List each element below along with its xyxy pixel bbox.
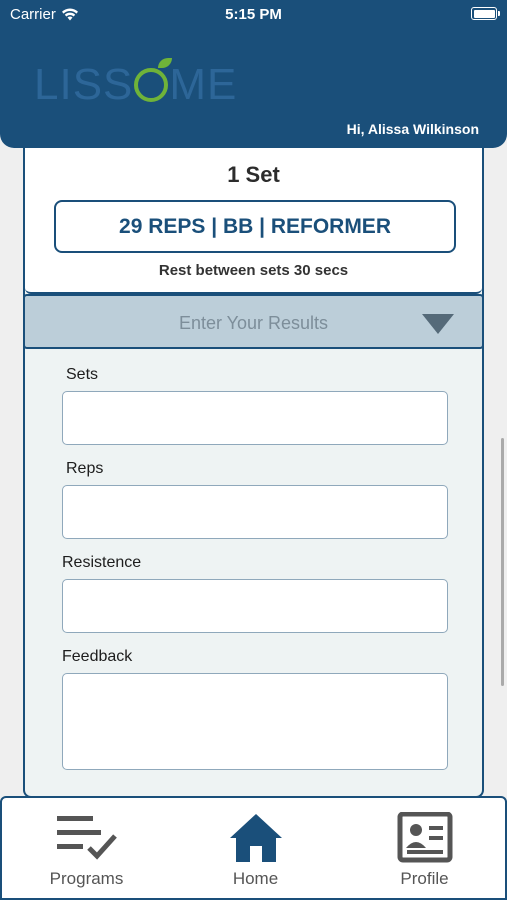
tab-programs[interactable]: Programs — [2, 798, 171, 900]
home-icon — [229, 814, 282, 862]
tab-home[interactable]: Home — [171, 798, 340, 900]
bottom-tab-bar: Programs Home Profile — [0, 796, 507, 900]
tab-programs-label: Programs — [49, 869, 124, 888]
tab-home-label: Home — [232, 869, 279, 888]
reps-label: Reps — [66, 460, 104, 477]
reps-summary: 29 REPS | BB | REFORMER — [119, 214, 391, 238]
rest-info: Rest between sets 30 secs — [158, 262, 349, 279]
checklist-icon — [56, 816, 117, 860]
exercise-card: 1 Set 29 REPS | BB | REFORMER Rest betwe… — [23, 148, 484, 798]
tab-profile-label: Profile — [400, 869, 449, 888]
status-time: 5:15 PM — [225, 6, 282, 23]
user-greeting: Hi, Alissa Wilkinson — [346, 121, 479, 137]
app-header: Carrier 5:15 PM LISS ME Hi, Alissa Wilkin… — [0, 0, 507, 148]
reps-input[interactable] — [62, 485, 448, 539]
profile-card-icon — [397, 812, 452, 863]
exercise-summary: 1 Set 29 REPS | BB | REFORMER Rest betwe… — [25, 148, 482, 294]
scrollbar[interactable] — [501, 438, 504, 686]
enter-results-dropdown[interactable]: Enter Your Results — [25, 294, 482, 349]
reps-summary-box: 29 REPS | BB | REFORMER — [54, 200, 456, 253]
sets-input[interactable] — [62, 391, 448, 445]
triangle-down-icon — [422, 314, 454, 334]
enter-results-label: Enter Your Results — [178, 313, 329, 333]
sets-label: Sets — [66, 366, 99, 383]
tab-profile[interactable]: Profile — [340, 798, 507, 900]
feedback-textarea[interactable] — [62, 673, 448, 770]
battery-icon — [471, 7, 500, 20]
leaf-o-icon — [134, 58, 173, 102]
feedback-label: Feedback — [62, 648, 133, 665]
lissome-logo: LISS ME — [34, 58, 238, 109]
resistance-label: Resistence — [62, 554, 142, 571]
set-title: 1 Set — [227, 162, 280, 187]
status-bar: Carrier 5:15 PM — [0, 0, 507, 30]
resistance-input[interactable] — [62, 579, 448, 633]
